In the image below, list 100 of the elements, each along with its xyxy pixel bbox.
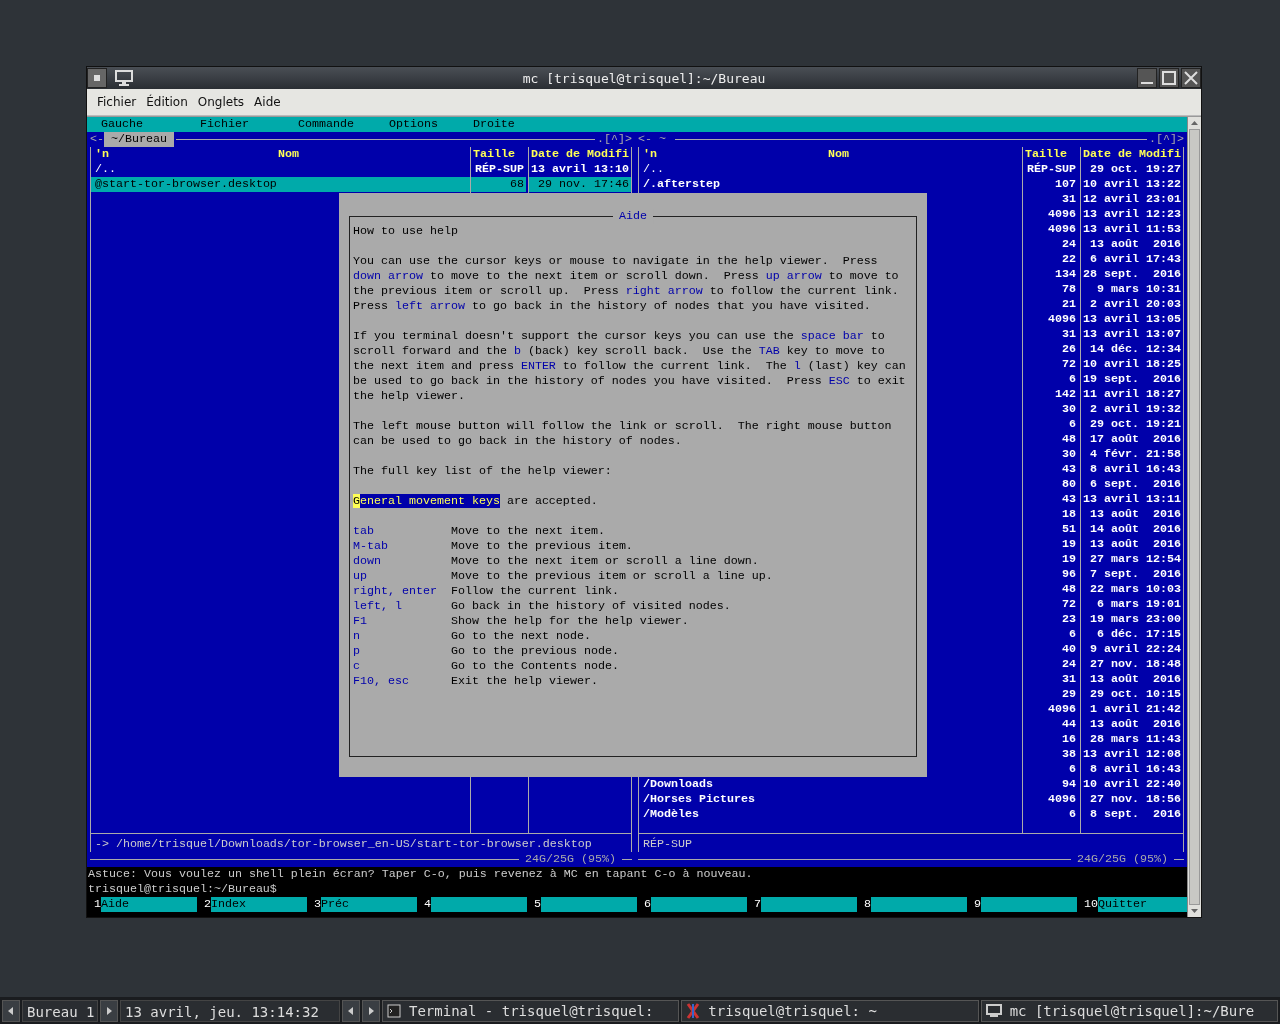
help-link[interactable]: General movement keys — [353, 494, 500, 508]
file-size-cell-text: 94 — [1061, 777, 1077, 792]
file-date-cell-text: 29 oct. 19:27 — [1089, 162, 1182, 177]
terminal-icon — [387, 1003, 401, 1018]
menu-item[interactable]: Commande — [290, 117, 361, 132]
menu-item[interactable]: Aide — [249, 95, 286, 109]
help-key-link[interactable]: F1 — [353, 614, 451, 629]
help-key-link[interactable]: n — [353, 629, 451, 644]
help-key-link[interactable]: M-tab — [353, 539, 451, 554]
file-size-cell-text: 78 — [1061, 282, 1077, 297]
file-date-cell-text: 29 oct. 10:15 — [1089, 687, 1182, 702]
panel-nav-button[interactable]: <- — [90, 132, 104, 147]
file-name-cell[interactable]: /.afterstep — [641, 177, 1022, 192]
menu-item[interactable]: Onglets — [192, 95, 250, 109]
key-description: Move to the previous item. — [451, 539, 633, 554]
file-size-cell-text: 23 — [1061, 612, 1077, 627]
help-link[interactable]: right arrow — [625, 284, 703, 298]
menu-item[interactable]: Gauche — [94, 117, 150, 132]
file-size-cell-text: 48 — [1061, 582, 1077, 597]
help-key-link[interactable]: p — [353, 644, 451, 659]
help-key-link[interactable]: c — [353, 659, 451, 674]
file-name-cell[interactable]: /Horses Pictures — [641, 792, 1022, 807]
file-date-cell-text: 13 août 2016 — [1089, 717, 1182, 732]
minimize-button[interactable] — [1137, 68, 1157, 88]
help-key-link[interactable]: F10, esc — [353, 674, 451, 689]
file-name-cell[interactable]: /Modèles — [641, 807, 1022, 822]
menu-item[interactable]: Droite — [465, 117, 522, 132]
task-button[interactable]: trisquel@trisquel: ~ — [681, 999, 979, 1022]
file-date-cell-text: 10 avril 13:22 — [1082, 177, 1182, 192]
column-header[interactable]: Taille — [473, 147, 515, 162]
column-header[interactable]: Taille — [1025, 147, 1067, 162]
file-date-cell-text: 19 mars 23:00 — [1089, 612, 1182, 627]
help-link[interactable]: ESC — [828, 374, 850, 388]
file-name-cell[interactable]: /.. — [93, 162, 470, 177]
file-size-cell-text: 4096 — [1047, 702, 1077, 717]
maximize-button[interactable] — [1159, 68, 1179, 88]
help-key-link[interactable]: left, l — [353, 599, 451, 614]
file-date-cell-text: 13 avril 13:11 — [1082, 492, 1182, 507]
help-link[interactable]: space bar — [800, 329, 864, 343]
file-size-cell-text: 30 — [1061, 402, 1077, 417]
previous-button[interactable] — [342, 999, 360, 1022]
help-paragraph: If you terminal doesn't support the cursor keys you can use the space bar to scroll forward and the b (back) key scroll back. Use the TAB key to move to the next item and press ENTER to follow the current link. The l (last) key can be used to go back in the history of nodes you have visited. Press ESC to exit the help viewer. — [353, 329, 907, 404]
file-date-cell-text: 13 avril 12:23 — [1082, 207, 1182, 222]
help-link[interactable]: TAB — [758, 344, 780, 358]
file-date-cell-text: 13 août 2016 — [1089, 672, 1182, 687]
next-desktop-button[interactable] — [100, 999, 118, 1022]
help-paragraph: The full key list of the help viewer: — [353, 464, 613, 479]
column-header[interactable]: Nom — [657, 147, 1020, 162]
file-date-cell-text: 1 avril 21:42 — [1089, 702, 1182, 717]
help-key-link[interactable]: down — [353, 554, 451, 569]
file-name-cell[interactable]: /Downloads — [641, 777, 1022, 792]
menu-item[interactable]: Édition — [141, 95, 193, 109]
file-date-cell-text: 27 nov. 18:48 — [1089, 657, 1182, 672]
task-button[interactable]: mc [trisquel@trisquel]:~/Bure — [980, 999, 1278, 1022]
file-size-cell-text: 26 — [1061, 342, 1077, 357]
file-name-cell[interactable]: @start-tor-browser.desktop — [91, 177, 470, 192]
file-date-cell-text: 9 mars 10:31 — [1096, 282, 1182, 297]
help-link[interactable]: b — [513, 344, 521, 358]
menu-item[interactable]: Options — [381, 117, 445, 132]
panel-path: ~/Bureau — [104, 132, 174, 147]
file-size-cell-text: 96 — [1061, 567, 1077, 582]
file-size-cell-text: 134 — [1054, 267, 1077, 282]
key-description: Exit the help viewer. — [451, 674, 598, 689]
column-header[interactable]: Date de Modifi — [531, 147, 629, 162]
file-size-cell-text: RÉP-SUP — [474, 162, 525, 177]
file-date-cell-text: 10 avril 18:25 — [1082, 357, 1182, 372]
menu-item[interactable]: Fichier — [92, 95, 142, 109]
help-key-link[interactable]: right, enter — [353, 584, 451, 599]
file-size-cell-text: 107 — [1054, 177, 1077, 192]
file-size-cell: 68 — [471, 177, 526, 192]
column-header[interactable]: Nom — [109, 147, 468, 162]
previous-desktop-button[interactable] — [2, 999, 20, 1022]
help-key-link[interactable]: tab — [353, 524, 451, 539]
panel-nav-button[interactable]: .[^]> — [597, 132, 632, 147]
help-link[interactable]: l — [793, 359, 801, 373]
help-link[interactable]: up arrow — [765, 269, 822, 283]
file-date-cell-text: 4 févr. 21:58 — [1089, 447, 1182, 462]
file-name-cell[interactable]: /.. — [641, 162, 1022, 177]
menu-item[interactable]: Fichier — [193, 117, 256, 132]
next-button[interactable] — [362, 999, 380, 1022]
file-date-cell-text: 9 avril 22:24 — [1089, 642, 1182, 657]
close-button[interactable] — [1181, 68, 1201, 88]
file-date-cell-text: 13 avril 12:08 — [1082, 747, 1182, 762]
task-button[interactable]: Terminal - trisquel@trisquel: — [382, 999, 680, 1022]
window-menu-button[interactable] — [87, 68, 107, 88]
help-link[interactable]: left arrow — [395, 299, 465, 313]
column-header[interactable]: 'n — [643, 147, 657, 162]
help-key-link[interactable]: up — [353, 569, 451, 584]
panel-status-text: RÉP-SUP — [643, 837, 692, 851]
column-header[interactable]: 'n — [95, 147, 109, 162]
scrollbar[interactable] — [1187, 117, 1201, 917]
file-size-cell-text: 31 — [1061, 192, 1077, 207]
file-size-cell-text: 31 — [1061, 672, 1077, 687]
panel-nav-button[interactable]: <- — [638, 132, 652, 147]
column-header[interactable]: Date de Modifi — [1083, 147, 1181, 162]
file-size-cell-text: 29 — [1061, 687, 1077, 702]
help-link[interactable]: ENTER — [520, 359, 556, 373]
panel-nav-button[interactable]: .[^]> — [1149, 132, 1184, 147]
help-link[interactable]: down arrow — [353, 269, 423, 283]
file-date-cell-text: 13 avril 13:10 — [530, 162, 630, 177]
